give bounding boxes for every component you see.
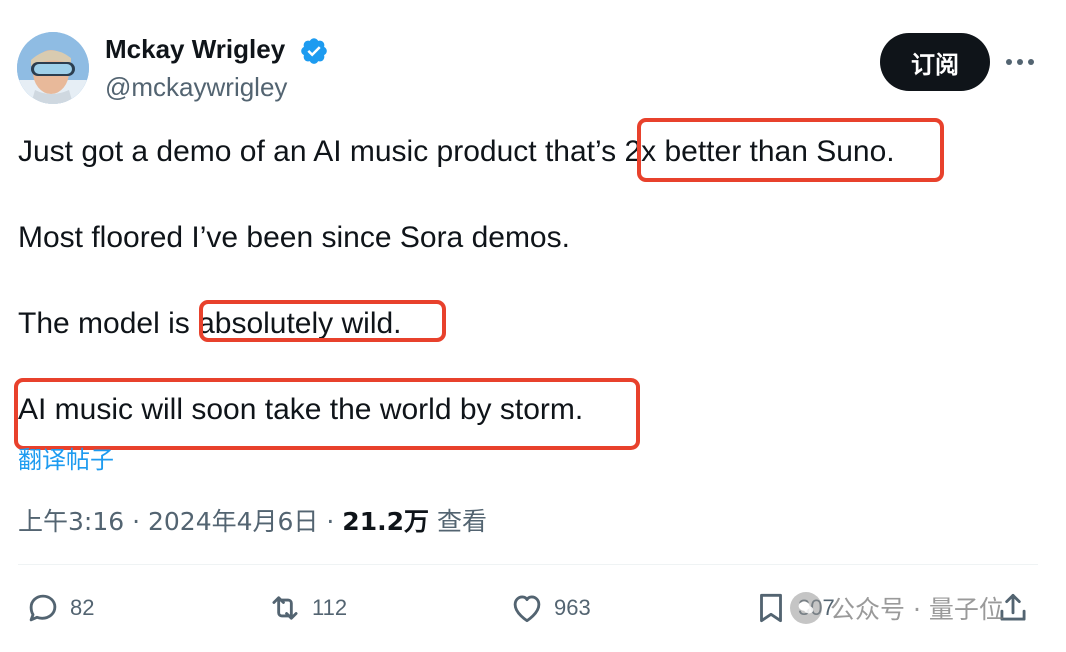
- author-name[interactable]: Mckay Wrigley: [105, 34, 285, 65]
- reply-icon: [29, 594, 57, 622]
- verified-badge-icon: [299, 36, 329, 66]
- post-date[interactable]: 2024年4月6日: [148, 507, 318, 536]
- author-handle[interactable]: @mckaywrigley: [105, 72, 287, 103]
- translate-post-link[interactable]: 翻译帖子: [18, 440, 114, 475]
- post-meta: 上午3:16 · 2024年4月6日 · 21.2万 查看: [18, 502, 487, 538]
- post-time[interactable]: 上午3:16: [18, 507, 124, 536]
- tweet-text-line: Most floored I’ve been since Sora demos.: [18, 221, 570, 254]
- separator-dot: ·: [132, 507, 148, 536]
- view-count: 21.2万: [342, 507, 429, 536]
- heart-icon: [513, 595, 541, 623]
- retweet-button[interactable]: 112: [266, 588, 347, 628]
- highlight-box: [199, 300, 446, 342]
- divider: [18, 564, 1038, 565]
- avatar[interactable]: [17, 32, 89, 104]
- view-label: 查看: [436, 507, 487, 536]
- bookmark-icon: [760, 593, 782, 623]
- retweet-icon: [272, 596, 298, 620]
- like-count: 963: [554, 595, 591, 620]
- more-icon[interactable]: [1004, 52, 1036, 72]
- wechat-icon: [790, 592, 822, 624]
- separator-dot: ·: [326, 507, 343, 536]
- reply-button[interactable]: 82: [24, 588, 94, 628]
- watermark-text: 公众号 · 量子位: [830, 595, 1004, 624]
- like-button[interactable]: 963: [508, 588, 591, 628]
- avatar-image: [17, 32, 89, 104]
- subscribe-button[interactable]: 订阅: [880, 33, 990, 91]
- retweet-count: 112: [312, 595, 348, 620]
- watermark: 公众号 · 量子位: [790, 588, 1004, 628]
- reply-count: 82: [70, 595, 95, 620]
- highlight-box: [637, 118, 944, 182]
